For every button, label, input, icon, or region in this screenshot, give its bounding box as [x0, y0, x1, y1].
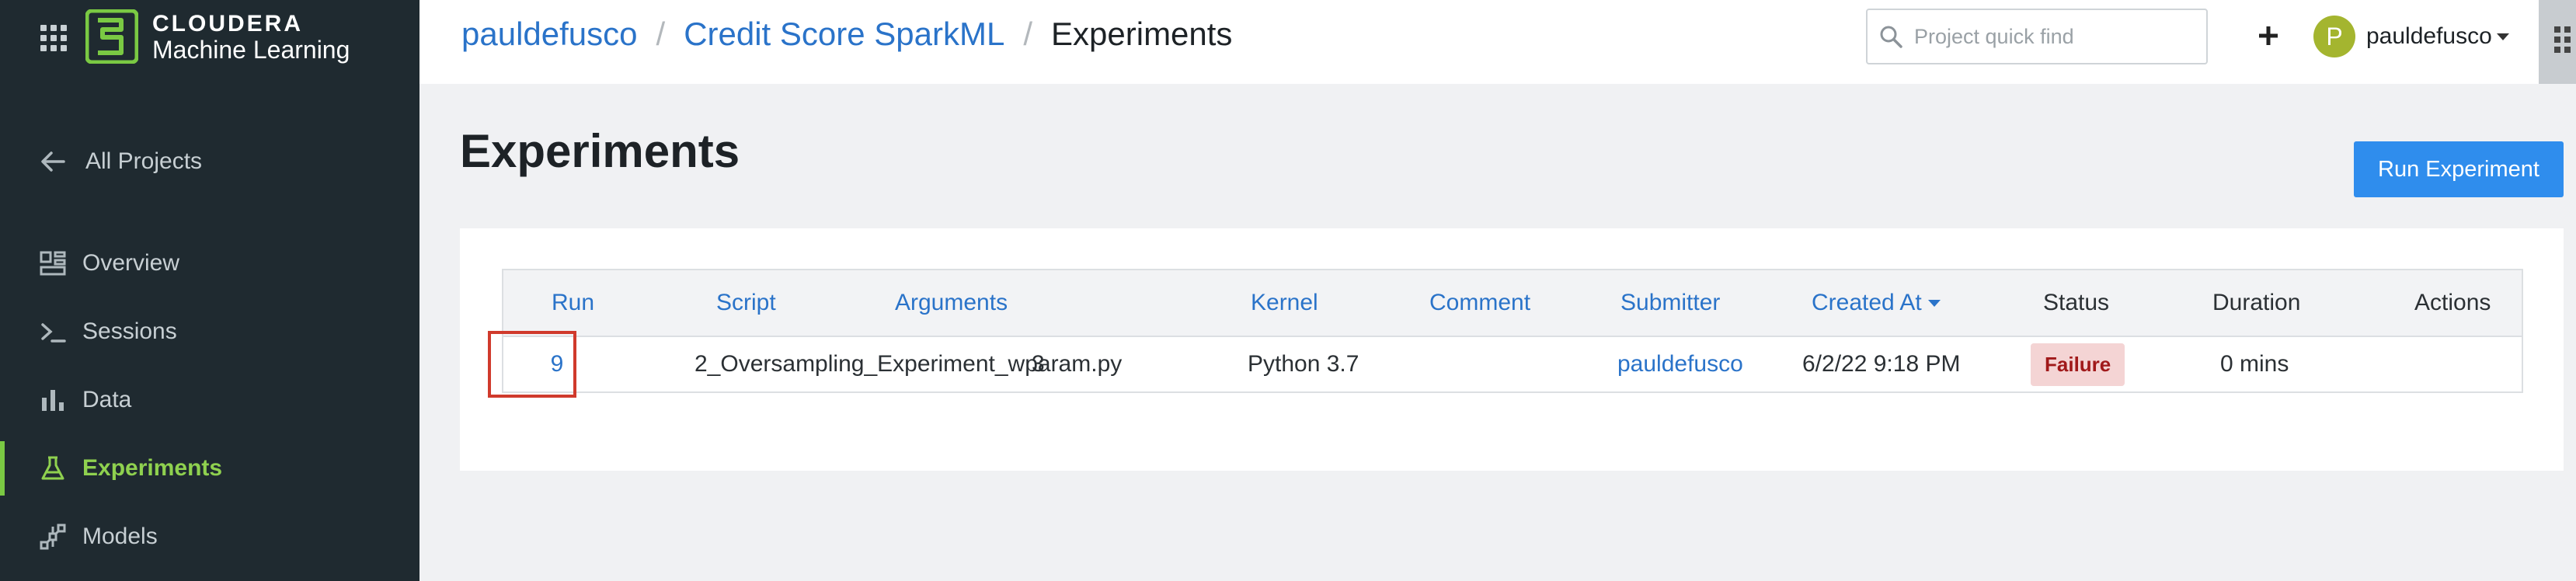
terminal-icon: [39, 318, 67, 346]
bar-chart-icon: [39, 386, 67, 414]
user-name: pauldefusco: [2366, 23, 2492, 49]
dashboard-icon: [39, 249, 67, 277]
sidebar-item-data[interactable]: Data: [0, 373, 419, 427]
chevron-down-icon: [2496, 33, 2509, 40]
status-cell: Failure: [2031, 337, 2125, 391]
annotation-highlight-box: [488, 331, 576, 398]
script-cell: 2_Oversampling_Experiment_wparam.py: [694, 351, 1123, 377]
user-menu[interactable]: P pauldefusco: [2313, 14, 2509, 59]
breadcrumb-separator: /: [1023, 16, 1033, 52]
breadcrumb-current: Experiments: [1051, 16, 1233, 52]
flask-icon: [39, 454, 67, 482]
column-header-comment[interactable]: Comment: [1429, 270, 1530, 336]
breadcrumb-user-link[interactable]: pauldefusco: [461, 16, 638, 53]
arrow-left-icon: [41, 151, 65, 172]
arguments-cell: 3: [1032, 351, 1045, 377]
plus-icon: [2259, 26, 2278, 45]
sidebar-item-label: Models: [82, 524, 158, 549]
sidebar-item-models[interactable]: Models: [0, 510, 419, 564]
column-header-kernel[interactable]: Kernel: [1251, 270, 1318, 336]
grid-icon: [2554, 26, 2571, 53]
breadcrumb-project-link[interactable]: Credit Score SparkML: [684, 16, 1004, 53]
sidebar-item-label: Data: [82, 387, 132, 412]
apps-grid-icon[interactable]: [40, 25, 67, 51]
sidebar: CLOUDERA Machine Learning All Projects O…: [0, 0, 419, 581]
breadcrumb: pauldefusco / Credit Score SparkML / Exp…: [461, 16, 1232, 53]
column-header-actions: Actions: [2414, 290, 2491, 315]
all-projects-label: All Projects: [85, 148, 203, 174]
all-projects-link[interactable]: All Projects: [39, 144, 202, 179]
search-icon: [1880, 26, 1902, 48]
experiments-table: Run Script Arguments Kernel Comment Subm…: [502, 269, 2523, 393]
sidebar-item-overview[interactable]: Overview: [0, 236, 419, 290]
table-row: 9 2_Oversampling_Experiment_wparam.py 3 …: [503, 337, 2522, 391]
logo-brand-text: CLOUDERA: [152, 11, 303, 37]
run-experiment-button[interactable]: Run Experiment: [2354, 141, 2564, 197]
experiments-card: Run Script Arguments Kernel Comment Subm…: [460, 228, 2564, 471]
column-header-created-at-label: Created At: [1812, 290, 1922, 315]
page-title: Experiments: [460, 125, 740, 177]
search-input[interactable]: [1914, 24, 2194, 49]
add-new-button[interactable]: [2253, 19, 2284, 53]
sidebar-item-experiments[interactable]: Experiments: [0, 441, 419, 496]
sidebar-item-sessions[interactable]: Sessions: [0, 304, 419, 359]
column-header-arguments[interactable]: Arguments: [895, 270, 1008, 336]
sort-descending-icon: [1927, 299, 1941, 307]
sidebar-item-label: Overview: [82, 250, 180, 276]
submitter-link[interactable]: pauldefusco: [1617, 337, 1743, 391]
breadcrumb-separator: /: [656, 16, 666, 52]
status-badge: Failure: [2031, 343, 2125, 386]
column-header-submitter[interactable]: Submitter: [1620, 270, 1720, 336]
sidebar-item-label: Sessions: [82, 318, 177, 344]
duration-cell: 0 mins: [2220, 351, 2289, 377]
column-header-script[interactable]: Script: [716, 270, 776, 336]
model-graph-icon: [39, 523, 67, 551]
column-header-run[interactable]: Run: [552, 270, 594, 336]
column-header-status: Status: [2043, 290, 2110, 315]
avatar: P: [2313, 16, 2355, 57]
cloudera-logo-icon: [85, 9, 138, 64]
right-panel-toggle[interactable]: [2539, 0, 2576, 84]
created-at-cell: 6/2/22 9:18 PM: [1802, 351, 1961, 377]
table-header-row: Run Script Arguments Kernel Comment Subm…: [503, 270, 2522, 337]
top-header: pauldefusco / Credit Score SparkML / Exp…: [419, 0, 2539, 84]
column-header-created-at[interactable]: Created At: [1812, 270, 1941, 336]
column-header-duration: Duration: [2212, 290, 2301, 315]
logo-product-text: Machine Learning: [152, 36, 350, 64]
kernel-cell: Python 3.7: [1248, 351, 1359, 377]
sidebar-item-label: Experiments: [82, 455, 223, 481]
project-quick-find[interactable]: [1866, 9, 2208, 64]
